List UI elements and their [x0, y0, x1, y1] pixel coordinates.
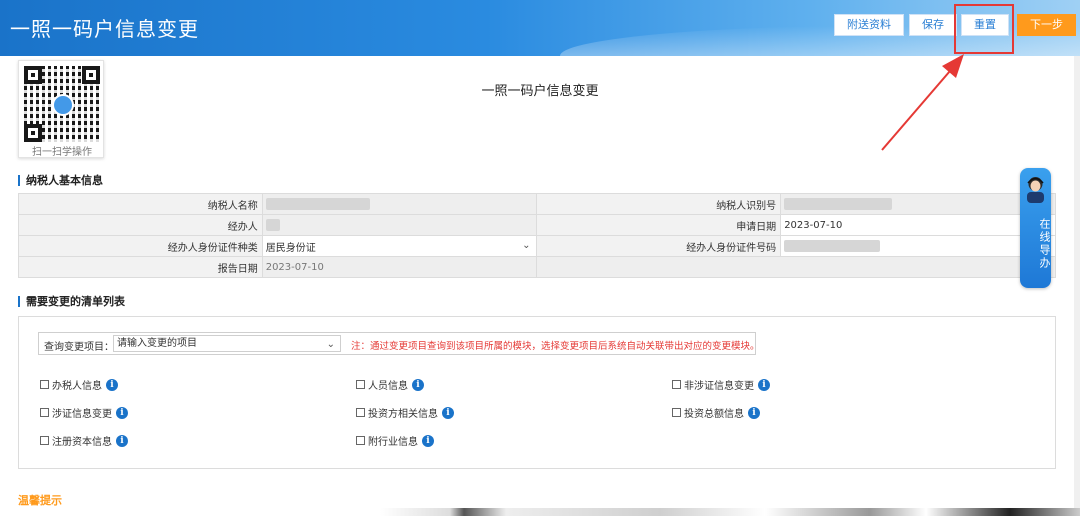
basic-info-table: 纳税人名称 纳税人识别号 经办人 申请日期 2023-07-10 经办人身份证件…	[18, 193, 1056, 278]
background-photo-strip	[380, 508, 1080, 516]
checkbox-item-sub-industry[interactable]: 附行业信息 i	[356, 433, 434, 448]
checkbox-label: 办税人信息	[52, 381, 102, 392]
info-icon[interactable]: i	[412, 378, 424, 391]
query-row: 查询变更项目： 请输入变更的项目 ⌄ 注：通过变更项目查询到该项目所属的模块，选…	[38, 332, 760, 355]
checkbox-label: 人员信息	[368, 381, 408, 392]
tips-title: 温馨提示	[18, 494, 62, 507]
next-step-button[interactable]: 下一步	[1017, 14, 1076, 36]
agent-id-type-select[interactable]: 居民身份证 ⌄	[261, 235, 538, 257]
info-icon[interactable]: i	[748, 406, 760, 419]
checkbox-item-license-change[interactable]: 涉证信息变更 i	[40, 405, 128, 420]
apply-date-value: 2023-07-10	[780, 214, 1056, 236]
agent-id-type-value: 居民身份证	[265, 242, 316, 254]
agent-label: 经办人	[18, 214, 263, 236]
chevron-down-icon: ⌄	[326, 339, 335, 350]
scrollbar[interactable]	[1074, 56, 1080, 516]
table-row: 经办人身份证件种类 居民身份证 ⌄ 经办人身份证件号码	[18, 235, 1056, 257]
checkbox-label: 注册资本信息	[52, 437, 112, 448]
table-row: 纳税人名称 纳税人识别号	[18, 193, 1056, 215]
basic-info-section-title: 纳税人基本信息	[18, 175, 103, 186]
redacted-value	[784, 198, 893, 210]
chevron-down-icon: ⌄	[522, 240, 531, 251]
table-row: 报告日期 2023-07-10	[18, 256, 1056, 278]
qr-caption: 扫一扫学操作	[32, 147, 92, 158]
checkbox-item-total-investment[interactable]: 投资总额信息 i	[672, 405, 760, 420]
checkbox-label: 投资方相关信息	[368, 409, 438, 420]
checkbox-item-non-license-change[interactable]: 非涉证信息变更 i	[672, 377, 770, 392]
checkbox-icon[interactable]	[356, 408, 365, 417]
checkbox-item-personnel-info[interactable]: 人员信息 i	[356, 377, 424, 392]
taxpayer-id-label: 纳税人识别号	[536, 193, 782, 215]
checkbox-item-investor-info[interactable]: 投资方相关信息 i	[356, 405, 454, 420]
checkbox-icon[interactable]	[40, 408, 49, 417]
page-title: 一照一码户信息变更	[481, 84, 599, 99]
agent-id-no-field[interactable]	[780, 235, 1056, 257]
online-guide-label: 在线导办	[1038, 218, 1051, 270]
agent-id-type-label: 经办人身份证件种类	[18, 235, 263, 257]
taxpayer-id-field[interactable]	[780, 193, 1056, 215]
change-list-box: 查询变更项目： 请输入变更的项目 ⌄ 注：通过变更项目查询到该项目所属的模块，选…	[18, 316, 1056, 469]
taxpayer-name-field[interactable]	[261, 193, 538, 215]
info-icon[interactable]: i	[106, 378, 118, 391]
online-guide-widget[interactable]: 在线导办	[1020, 168, 1051, 288]
agent-field[interactable]	[261, 214, 538, 236]
report-date-value: 2023-07-10	[261, 256, 538, 278]
agent-id-no-label: 经办人身份证件号码	[536, 235, 782, 257]
info-icon[interactable]: i	[442, 406, 454, 419]
checkbox-item-registered-capital[interactable]: 注册资本信息 i	[40, 433, 128, 448]
query-label: 查询变更项目：	[44, 342, 114, 353]
checkbox-label: 附行业信息	[368, 437, 418, 448]
info-icon[interactable]: i	[116, 434, 128, 447]
checkbox-label: 非涉证信息变更	[684, 381, 754, 392]
qr-code-card[interactable]: 扫一扫学操作	[18, 60, 104, 158]
query-change-item-select[interactable]: 请输入变更的项目 ⌄	[113, 335, 341, 352]
header-bar: 一照一码户信息变更 附送资料 保存 重置 下一步	[0, 0, 1080, 56]
apply-date-label: 申请日期	[536, 214, 782, 236]
app-title: 一照一码户信息变更	[10, 17, 199, 41]
reset-highlight-box	[954, 4, 1014, 54]
checkbox-icon[interactable]	[40, 436, 49, 445]
query-note: 注：通过变更项目查询到该项目所属的模块，选择变更项目后系统自动关联带出对应的变更…	[351, 341, 760, 352]
table-row: 经办人 申请日期 2023-07-10	[18, 214, 1056, 236]
empty-cell	[536, 256, 1056, 278]
info-icon[interactable]: i	[758, 378, 770, 391]
taxpayer-name-label: 纳税人名称	[18, 193, 263, 215]
red-arrow-icon	[881, 54, 964, 151]
query-placeholder: 请输入变更的项目	[117, 338, 197, 349]
checkbox-icon[interactable]	[356, 436, 365, 445]
checkbox-icon[interactable]	[672, 408, 681, 417]
info-icon[interactable]: i	[116, 406, 128, 419]
redacted-value	[784, 240, 881, 252]
checkbox-icon[interactable]	[356, 380, 365, 389]
checkbox-icon[interactable]	[672, 380, 681, 389]
info-icon[interactable]: i	[422, 434, 434, 447]
checkbox-icon[interactable]	[40, 380, 49, 389]
report-date-label: 报告日期	[18, 256, 263, 278]
redacted-value	[265, 198, 370, 210]
checkbox-label: 投资总额信息	[684, 409, 744, 420]
qr-code-icon	[24, 66, 100, 142]
change-list-section-title: 需要变更的清单列表	[18, 296, 125, 307]
checkbox-label: 涉证信息变更	[52, 409, 112, 420]
save-button[interactable]: 保存	[909, 14, 957, 36]
redacted-value	[265, 219, 280, 231]
checkbox-item-taxpayer-info[interactable]: 办税人信息 i	[40, 377, 118, 392]
attach-documents-button[interactable]: 附送资料	[834, 14, 904, 36]
service-agent-avatar-icon	[1027, 177, 1044, 203]
